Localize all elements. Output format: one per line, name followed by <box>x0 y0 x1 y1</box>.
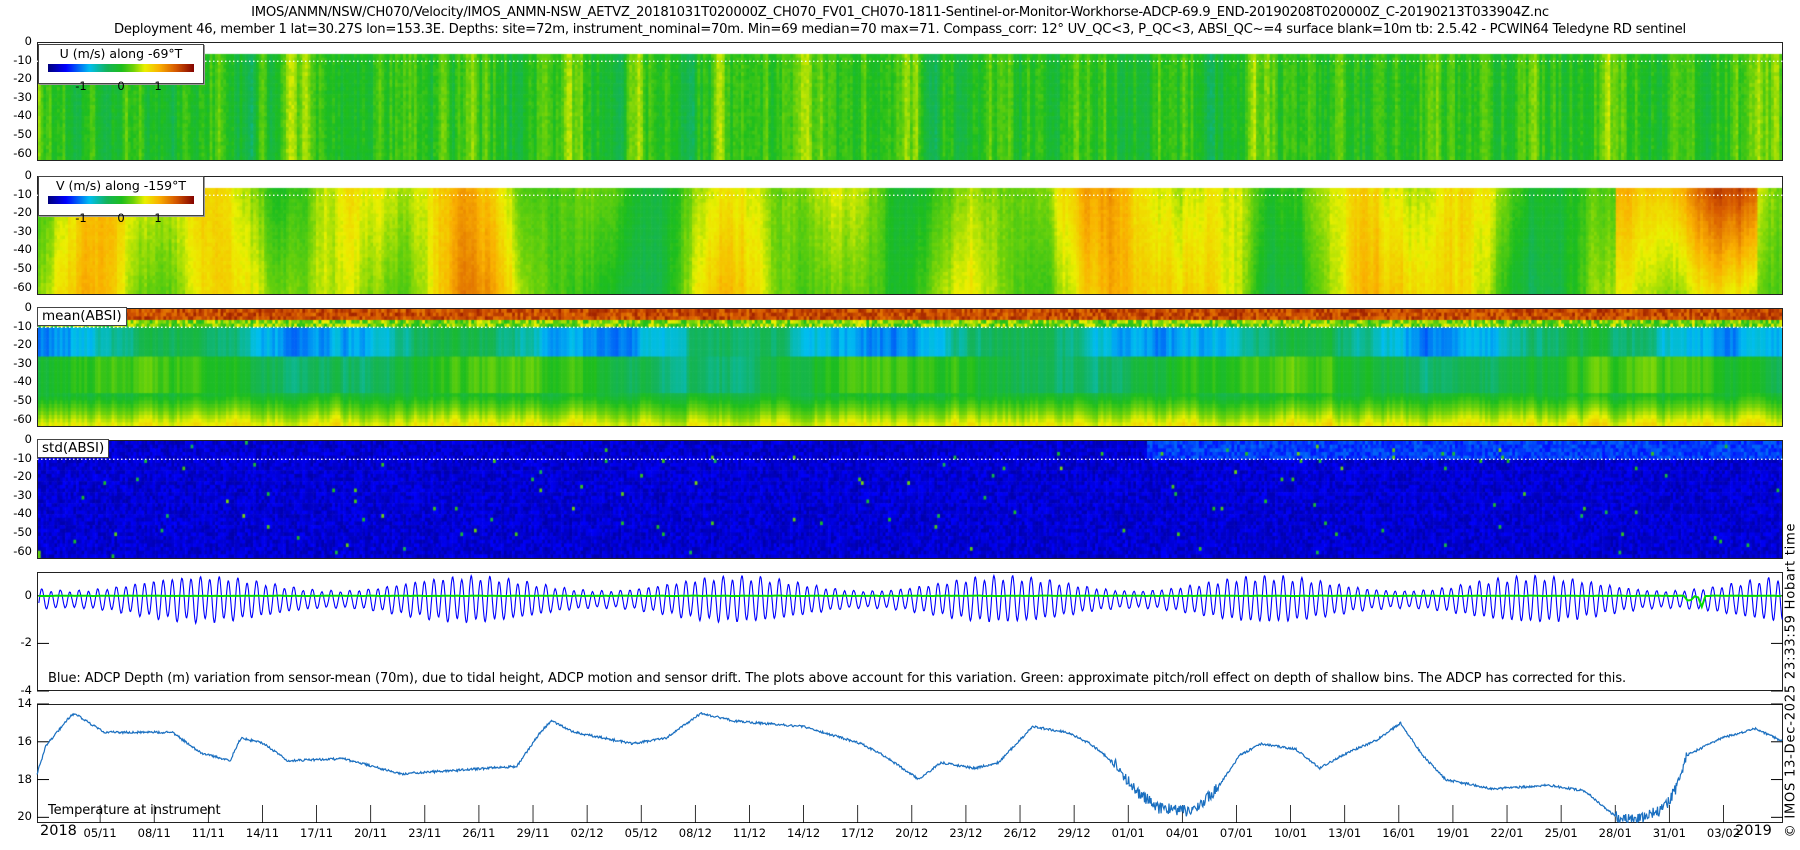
y-tick-label: -30 <box>13 89 32 104</box>
x-tick-label: 29/11 <box>516 826 550 840</box>
x-tick-label: 03/02 <box>1706 826 1741 840</box>
x-tick-label: 31/01 <box>1652 826 1686 840</box>
y-tick-label: -40 <box>13 242 32 257</box>
y-tick-label: -40 <box>13 108 32 123</box>
y-tick-label: -60 <box>13 145 32 160</box>
y-tick-label: -30 <box>13 223 32 238</box>
x-tick-label: 20/12 <box>895 826 929 840</box>
v-colorbar-legend: V (m/s) along -159°T -1 0 1 <box>38 176 204 225</box>
y-tick-label: -40 <box>13 374 32 389</box>
x-tick-label: 05/11 <box>83 826 117 840</box>
imos-timestamp-watermark: © IMOS 13-Dec-2025 23:33:59 Hobart time <box>1783 522 1799 838</box>
y-tick-label: -20 <box>13 205 32 220</box>
depth-variation-line <box>38 573 1784 626</box>
u-colorbar-legend: U (m/s) along -69°T -1 0 1 <box>38 44 204 93</box>
y-tick-label: -50 <box>13 524 32 539</box>
x-tick-label: 01/01 <box>1111 826 1145 840</box>
x-tick-label: 23/11 <box>408 826 442 840</box>
x-tick-label: 02/12 <box>570 826 604 840</box>
x-tick-label: 14/12 <box>787 826 821 840</box>
x-tick-label: 19/01 <box>1436 826 1470 840</box>
v-colorbar-tick: 0 <box>117 211 125 225</box>
x-tick-label: 16/01 <box>1382 826 1416 840</box>
x-tick-label: 05/12 <box>624 826 658 840</box>
y-tick-label: -60 <box>13 543 32 558</box>
x-tick-label: 22/01 <box>1490 826 1524 840</box>
x-tick-label: 20/11 <box>354 826 388 840</box>
y-tick-label: -4 <box>20 683 32 697</box>
x-tick-label: 29/12 <box>1057 826 1091 840</box>
line-plot-overlay <box>36 60 1784 823</box>
u-colorbar-tick: -1 <box>75 79 87 93</box>
y-tick-label: -60 <box>13 411 32 426</box>
temperature-annotation: Temperature at instrument <box>48 803 221 818</box>
x-tick-label: 11/12 <box>732 826 767 840</box>
y-tick-label: 0 <box>24 300 32 314</box>
x-tick-label: 10/01 <box>1274 826 1308 840</box>
adcp-figure: IMOS/ANMN/NSW/CH070/Velocity/IMOS_ANMN-N… <box>0 0 1800 850</box>
y-tick-label: -50 <box>13 126 32 141</box>
y-tick-label: -30 <box>13 355 32 370</box>
mean-absi-label: mean(ABSI) <box>37 307 127 326</box>
y-tick-label: -30 <box>13 487 32 502</box>
year-end-label: 2019 <box>1735 823 1772 839</box>
u-colorbar <box>48 64 194 72</box>
u-legend-title: U (m/s) along -69°T <box>59 46 183 61</box>
v-legend-title: V (m/s) along -159°T <box>55 178 187 193</box>
y-tick-label: -10 <box>13 186 32 201</box>
x-tick-label: 08/11 <box>137 826 171 840</box>
y-tick-label: 0 <box>24 168 32 182</box>
y-tick-label: 14 <box>17 696 32 710</box>
x-tick-label: 07/01 <box>1219 826 1254 840</box>
y-tick-label: 18 <box>17 771 32 786</box>
temperature-line <box>36 711 1783 823</box>
y-tick-label: 0 <box>24 587 32 602</box>
y-tick-label: -50 <box>13 392 32 407</box>
v-colorbar-tick: 1 <box>154 211 162 225</box>
u-colorbar-tick: 1 <box>154 79 162 93</box>
u-colorbar-tick: 0 <box>117 79 125 93</box>
x-tick-label: 11/11 <box>191 826 225 840</box>
x-tick-label: 28/01 <box>1598 826 1632 840</box>
y-tick-label: -2 <box>20 635 32 650</box>
x-tick-label: 26/11 <box>462 826 496 840</box>
v-colorbar-tick: -1 <box>75 211 87 225</box>
y-tick-label: -10 <box>13 450 32 465</box>
x-tick-label: 08/12 <box>678 826 712 840</box>
y-tick-label: 0 <box>24 34 32 48</box>
x-tick-label: 13/01 <box>1328 826 1362 840</box>
y-tick-label: 16 <box>17 733 32 748</box>
x-tick-label: 26/12 <box>1003 826 1037 840</box>
y-tick-label: -20 <box>13 71 32 86</box>
y-tick-label: -20 <box>13 469 32 484</box>
y-tick-label: -20 <box>13 337 32 352</box>
y-tick-label: -10 <box>13 318 32 333</box>
std-absi-label: std(ABSI) <box>37 439 110 458</box>
y-tick-label: 20 <box>17 809 32 824</box>
x-tick-label: 14/11 <box>245 826 280 840</box>
y-tick-label: 0 <box>24 432 32 446</box>
y-tick-label: -60 <box>13 279 32 294</box>
y-tick-label: -40 <box>13 506 32 521</box>
x-tick-label: 04/01 <box>1165 826 1199 840</box>
x-tick-label: 23/12 <box>949 826 983 840</box>
v-colorbar <box>48 196 194 204</box>
depth-annotation: Blue: ADCP Depth (m) variation from sens… <box>48 671 1627 686</box>
year-start-label: 2018 <box>40 823 77 839</box>
x-tick-label: 17/11 <box>299 826 334 840</box>
y-tick-label: -10 <box>13 52 32 67</box>
x-tick-label: 17/12 <box>841 826 875 840</box>
y-tick-label: -50 <box>13 260 32 275</box>
x-tick-label: 25/01 <box>1544 826 1578 840</box>
